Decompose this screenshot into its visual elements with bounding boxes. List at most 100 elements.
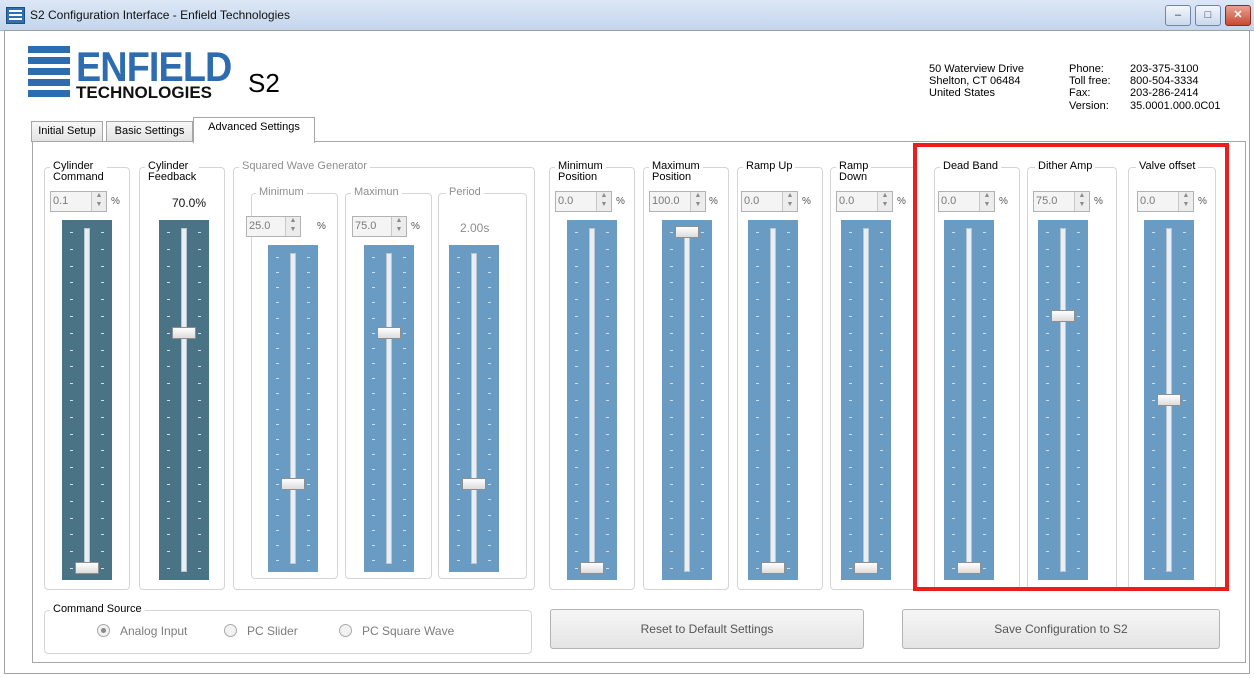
slider-ticks — [756, 220, 759, 580]
slider-rail — [684, 228, 690, 572]
title-bar[interactable]: S2 Configuration Interface - Enfield Tec… — [0, 0, 1254, 31]
maximum-position-value: 100.0 — [652, 195, 680, 207]
slider-rail — [863, 228, 869, 572]
slider-ticks — [575, 220, 578, 580]
sw-period-slider[interactable] — [449, 245, 499, 572]
sw-minimum-value: 25.0 — [249, 220, 271, 232]
cylinder-command-spinbox[interactable]: 0.1 ▲ ▼ — [50, 191, 107, 212]
spin-arrows-icon[interactable]: ▲ ▼ — [782, 192, 797, 211]
tab-panel-left-border — [32, 141, 33, 663]
sw-maximum-value: 75.0 — [355, 220, 377, 232]
percent-unit: % — [411, 221, 420, 232]
slider-thumb[interactable] — [281, 478, 305, 491]
sw-period-readout: 2.00s — [460, 221, 490, 235]
ramp-up-spinbox[interactable]: 0.0 ▲ ▼ — [741, 191, 798, 212]
cylinder-command-slider[interactable] — [62, 220, 112, 580]
app-icon — [6, 7, 25, 24]
tab-advanced-settings[interactable]: Advanced Settings — [193, 117, 315, 143]
slider-ticks — [101, 220, 104, 580]
contact-labels: Phone: Toll free: Fax: Version: — [1069, 63, 1111, 112]
ramp-down-slider[interactable] — [841, 220, 891, 580]
slider-rail — [589, 228, 595, 572]
radio-analog-input-label: Analog Input — [120, 624, 188, 638]
slider-ticks — [372, 245, 375, 572]
slider-ticks — [787, 220, 790, 580]
slider-rail — [386, 253, 392, 564]
percent-unit: % — [709, 196, 718, 207]
ramp-down-spinbox[interactable]: 0.0 ▲ ▼ — [836, 191, 893, 212]
minimum-position-slider[interactable] — [567, 220, 617, 580]
address-line: Shelton, CT 06484 — [929, 75, 1021, 87]
model-name: S2 — [248, 68, 280, 98]
ramp-down-value: 0.0 — [839, 195, 855, 207]
spin-arrows-icon[interactable]: ▲ ▼ — [91, 192, 106, 211]
save-configuration-button[interactable]: Save Configuration to S2 — [902, 609, 1220, 649]
logo-sub-text: TECHNOLOGIES — [76, 83, 213, 102]
cylinder-feedback-label: Cylinder Feedback — [145, 161, 200, 183]
contact-value: 203-286-2414 — [1130, 87, 1199, 99]
contact-value: 35.0001.000.0C01 — [1130, 100, 1221, 112]
ramp-up-slider[interactable] — [748, 220, 798, 580]
contact-label: Phone: — [1069, 63, 1104, 75]
slider-ticks — [606, 220, 609, 580]
sw-minimum-slider[interactable] — [268, 245, 318, 572]
minimum-position-label: Minimum Position — [555, 161, 606, 183]
slider-rail — [181, 228, 187, 572]
percent-unit: % — [111, 196, 120, 207]
maximum-position-slider[interactable] — [662, 220, 712, 580]
minimize-button[interactable]: – — [1165, 5, 1191, 26]
address-line: United States — [929, 87, 996, 99]
slider-rail — [290, 253, 296, 564]
spin-arrows-icon[interactable]: ▲ ▼ — [391, 217, 406, 236]
maximize-button[interactable]: □ — [1195, 5, 1221, 26]
minimum-position-spinbox[interactable]: 0.0 ▲ ▼ — [555, 191, 612, 212]
squared-wave-generator-label: Squared Wave Generator — [239, 161, 370, 172]
ramp-up-label: Ramp Up — [743, 161, 796, 172]
highlight-box — [913, 143, 1229, 591]
tab-initial-setup[interactable]: Initial Setup — [31, 121, 103, 142]
spin-arrows-icon[interactable]: ▲ ▼ — [285, 217, 300, 236]
percent-unit: % — [897, 196, 906, 207]
contact-label: Toll free: — [1069, 75, 1111, 87]
slider-rail — [84, 228, 90, 572]
tab-panel-bottom-border — [32, 662, 1246, 663]
reset-defaults-button[interactable]: Reset to Default Settings — [550, 609, 864, 649]
slider-ticks — [198, 220, 201, 580]
slider-thumb[interactable] — [377, 326, 401, 339]
slider-thumb[interactable] — [761, 562, 785, 574]
spin-arrows-icon[interactable]: ▲ ▼ — [877, 192, 892, 211]
sw-minimum-spinbox[interactable]: 25.0 ▲ ▼ — [246, 216, 301, 237]
maximum-position-spinbox[interactable]: 100.0 ▲ ▼ — [649, 191, 706, 212]
radio-pc-square-wave-label: PC Square Wave — [362, 624, 455, 638]
tab-basic-settings[interactable]: Basic Settings — [106, 121, 193, 142]
slider-ticks — [307, 245, 310, 572]
tab-panel-right-border — [1245, 141, 1246, 663]
slider-ticks — [167, 220, 170, 580]
slider-ticks — [880, 220, 883, 580]
contact-value: 203-375-3100 — [1130, 63, 1199, 75]
sw-maximum-spinbox[interactable]: 75.0 ▲ ▼ — [352, 216, 407, 237]
slider-thumb[interactable] — [462, 478, 486, 491]
sw-maximum-slider[interactable] — [364, 245, 414, 572]
radio-analog-input[interactable] — [97, 624, 110, 637]
slider-thumb[interactable] — [580, 562, 604, 574]
logo-stripes-icon — [28, 46, 70, 98]
slider-thumb[interactable] — [675, 226, 699, 238]
cylinder-feedback-slider — [159, 220, 209, 580]
radio-pc-square-wave[interactable] — [339, 624, 352, 637]
close-button[interactable]: ✕ — [1225, 5, 1251, 26]
percent-unit: % — [616, 196, 625, 207]
spin-arrows-icon[interactable]: ▲ ▼ — [690, 192, 705, 211]
slider-rail — [770, 228, 776, 572]
radio-pc-slider[interactable] — [224, 624, 237, 637]
cylinder-feedback-readout: 70.0% — [172, 196, 207, 210]
slider-ticks — [70, 220, 73, 580]
slider-ticks — [276, 245, 279, 572]
slider-thumb[interactable] — [854, 562, 878, 574]
spin-arrows-icon[interactable]: ▲ ▼ — [596, 192, 611, 211]
slider-ticks — [403, 245, 406, 572]
slider-thumb[interactable] — [75, 561, 99, 574]
slider-ticks — [670, 220, 673, 580]
slider-thumb[interactable] — [172, 326, 196, 339]
percent-unit: % — [317, 221, 326, 232]
